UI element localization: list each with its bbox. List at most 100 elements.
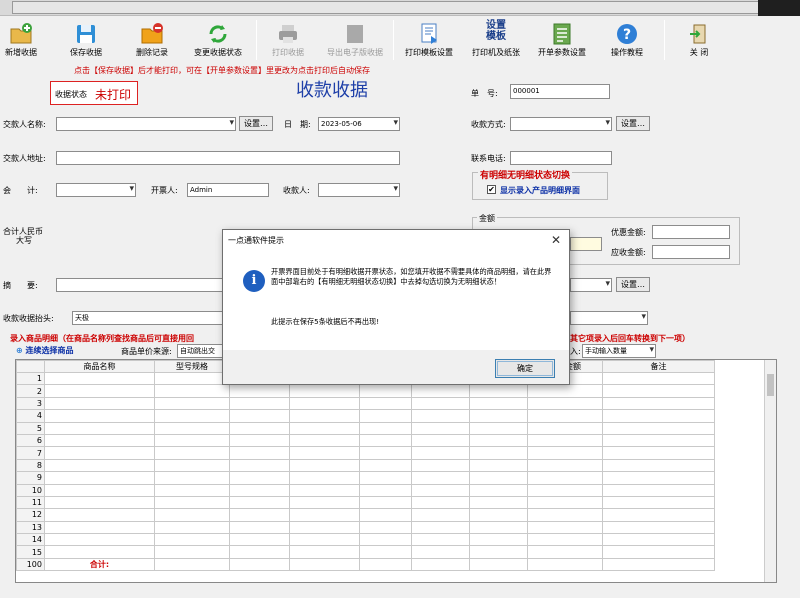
grid-cell[interactable] bbox=[154, 520, 230, 535]
grid-cell[interactable] bbox=[602, 483, 715, 497]
col-product-name[interactable]: 商品名称 bbox=[44, 360, 155, 373]
summary-settings-button[interactable]: 设置… bbox=[616, 277, 650, 292]
grid-cell[interactable] bbox=[602, 446, 715, 460]
grid-cell[interactable] bbox=[229, 520, 290, 535]
grid-cell[interactable] bbox=[154, 396, 230, 411]
grid-cell[interactable] bbox=[411, 533, 470, 547]
total-label[interactable]: 合计: bbox=[44, 557, 155, 572]
grid-cell[interactable] bbox=[44, 483, 155, 497]
header-select[interactable] bbox=[570, 311, 648, 325]
grid-cell[interactable] bbox=[359, 533, 412, 547]
summary-input[interactable] bbox=[56, 278, 224, 292]
grid-cell[interactable] bbox=[289, 409, 360, 423]
grid-cell[interactable] bbox=[469, 533, 528, 547]
grid-cell[interactable] bbox=[44, 433, 155, 448]
grid-cell[interactable] bbox=[229, 483, 290, 497]
print-template-button[interactable]: 打印模板设置 bbox=[400, 16, 458, 62]
grid-cell[interactable] bbox=[44, 545, 155, 559]
grid-cell[interactable] bbox=[602, 495, 715, 510]
grid-cell[interactable] bbox=[411, 483, 470, 497]
grid-cell[interactable] bbox=[602, 396, 715, 411]
pay-method-settings-button[interactable]: 设置… bbox=[616, 116, 650, 131]
grid-cell[interactable] bbox=[289, 433, 360, 448]
number-input[interactable]: 000001 bbox=[510, 84, 610, 99]
receivable-input[interactable] bbox=[652, 245, 730, 259]
table-row[interactable]: 7 bbox=[16, 446, 715, 460]
grid-cell[interactable] bbox=[359, 409, 412, 423]
grid-cell[interactable] bbox=[44, 533, 155, 547]
grid-cell[interactable] bbox=[411, 520, 470, 535]
grid-cell[interactable] bbox=[359, 421, 412, 435]
grid-cell[interactable] bbox=[229, 433, 290, 448]
table-row[interactable]: 6 bbox=[16, 433, 715, 448]
amount-input[interactable] bbox=[570, 237, 602, 251]
grid-cell[interactable] bbox=[154, 371, 230, 386]
table-row[interactable]: 2 bbox=[16, 384, 715, 398]
grid-cell[interactable] bbox=[527, 433, 603, 448]
grid-cell[interactable] bbox=[469, 384, 528, 398]
close-button[interactable]: 关 闭 bbox=[676, 16, 722, 62]
grid-cell[interactable] bbox=[289, 533, 360, 547]
grid-cell[interactable] bbox=[154, 483, 230, 497]
table-row[interactable]: 9 bbox=[16, 471, 715, 485]
col-remark[interactable]: 备注 bbox=[602, 360, 715, 373]
grid-cell[interactable] bbox=[411, 545, 470, 559]
close-icon[interactable]: ✕ bbox=[551, 233, 561, 247]
receiver-select[interactable] bbox=[318, 183, 400, 197]
grid-cell[interactable] bbox=[44, 384, 155, 398]
grid-cell[interactable] bbox=[527, 495, 603, 510]
grid-cell[interactable] bbox=[411, 409, 470, 423]
grid-cell[interactable] bbox=[289, 483, 360, 497]
grid-cell[interactable] bbox=[44, 409, 155, 423]
grid-cell[interactable] bbox=[602, 433, 715, 448]
grid-cell[interactable] bbox=[469, 483, 528, 497]
detail-toggle-checkbox[interactable]: ✔ bbox=[487, 185, 496, 194]
print-receipt-button[interactable]: 打印收据 bbox=[266, 16, 310, 62]
grid-cell[interactable] bbox=[469, 495, 528, 510]
accounting-select[interactable] bbox=[56, 183, 136, 197]
grid-cell[interactable] bbox=[44, 520, 155, 535]
grid-cell[interactable] bbox=[527, 545, 603, 559]
grid-cell[interactable] bbox=[411, 458, 470, 473]
grid-cell[interactable] bbox=[289, 520, 360, 535]
billing-params-button[interactable]: 开单参数设置 bbox=[532, 16, 592, 62]
payer-address-input[interactable] bbox=[56, 151, 400, 165]
grid-cell[interactable] bbox=[469, 446, 528, 460]
change-status-button[interactable]: 变更收据状态 bbox=[188, 16, 248, 62]
grid-cell[interactable] bbox=[527, 421, 603, 435]
grid-cell[interactable] bbox=[527, 396, 603, 411]
grid-cell[interactable] bbox=[602, 458, 715, 473]
grid-cell[interactable] bbox=[469, 471, 528, 485]
grid-cell[interactable] bbox=[359, 557, 412, 572]
grid-cell[interactable] bbox=[154, 384, 230, 398]
grid-cell[interactable] bbox=[527, 409, 603, 423]
grid-cell[interactable] bbox=[229, 508, 290, 522]
grid-cell[interactable] bbox=[411, 421, 470, 435]
grid-cell[interactable] bbox=[527, 557, 603, 572]
qty-mode-select[interactable]: 手动输入数量 bbox=[582, 344, 656, 358]
summary-select[interactable] bbox=[570, 278, 612, 292]
grid-cell[interactable] bbox=[289, 458, 360, 473]
grid-cell[interactable] bbox=[359, 545, 412, 559]
grid-cell[interactable] bbox=[154, 409, 230, 423]
grid-cell[interactable] bbox=[469, 508, 528, 522]
grid-cell[interactable] bbox=[469, 433, 528, 448]
table-row[interactable]: 3 bbox=[16, 396, 715, 411]
grid-cell[interactable] bbox=[154, 557, 230, 572]
grid-cell[interactable] bbox=[469, 545, 528, 559]
grid-cell[interactable] bbox=[602, 557, 715, 572]
grid-cell[interactable] bbox=[229, 384, 290, 398]
table-row[interactable]: 11 bbox=[16, 495, 715, 510]
grid-cell[interactable] bbox=[289, 508, 360, 522]
grid-cell[interactable] bbox=[44, 446, 155, 460]
grid-cell[interactable] bbox=[359, 446, 412, 460]
grid-cell[interactable] bbox=[469, 396, 528, 411]
table-row[interactable]: 12 bbox=[16, 508, 715, 522]
grid-cell[interactable] bbox=[154, 446, 230, 460]
grid-cell[interactable] bbox=[154, 495, 230, 510]
grid-cell[interactable] bbox=[289, 396, 360, 411]
grid-cell[interactable] bbox=[229, 557, 290, 572]
grid-cell[interactable] bbox=[229, 396, 290, 411]
grid-cell[interactable] bbox=[411, 396, 470, 411]
new-receipt-button[interactable]: 新增收据 bbox=[0, 16, 42, 62]
